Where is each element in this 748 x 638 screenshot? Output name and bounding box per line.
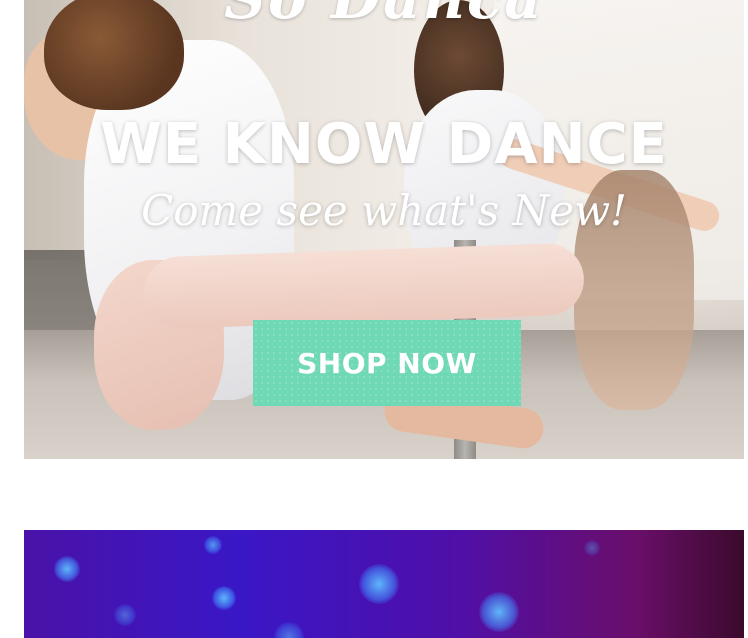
bokeh-light: [54, 556, 80, 582]
shop-now-button[interactable]: SHOP NOW: [253, 320, 521, 406]
bokeh-light: [212, 586, 236, 610]
dance-promo-banner[interactable]: So Danca WE KNOW DANCE Come see what's N…: [24, 0, 744, 459]
second-promo-banner[interactable]: [24, 530, 744, 638]
bokeh-light: [274, 622, 304, 638]
brand-logo-text: So Danca: [24, 0, 744, 32]
page: So Danca WE KNOW DANCE Come see what's N…: [0, 0, 748, 638]
bokeh-light: [584, 540, 600, 556]
bokeh-light: [204, 536, 222, 554]
bokeh-light: [114, 604, 136, 626]
dancer-one-leg: [142, 242, 586, 330]
banner-headline: WE KNOW DANCE: [100, 112, 668, 177]
bokeh-light: [479, 592, 519, 632]
bokeh-light: [359, 564, 399, 604]
banner-subline: Come see what's New!: [141, 186, 627, 235]
